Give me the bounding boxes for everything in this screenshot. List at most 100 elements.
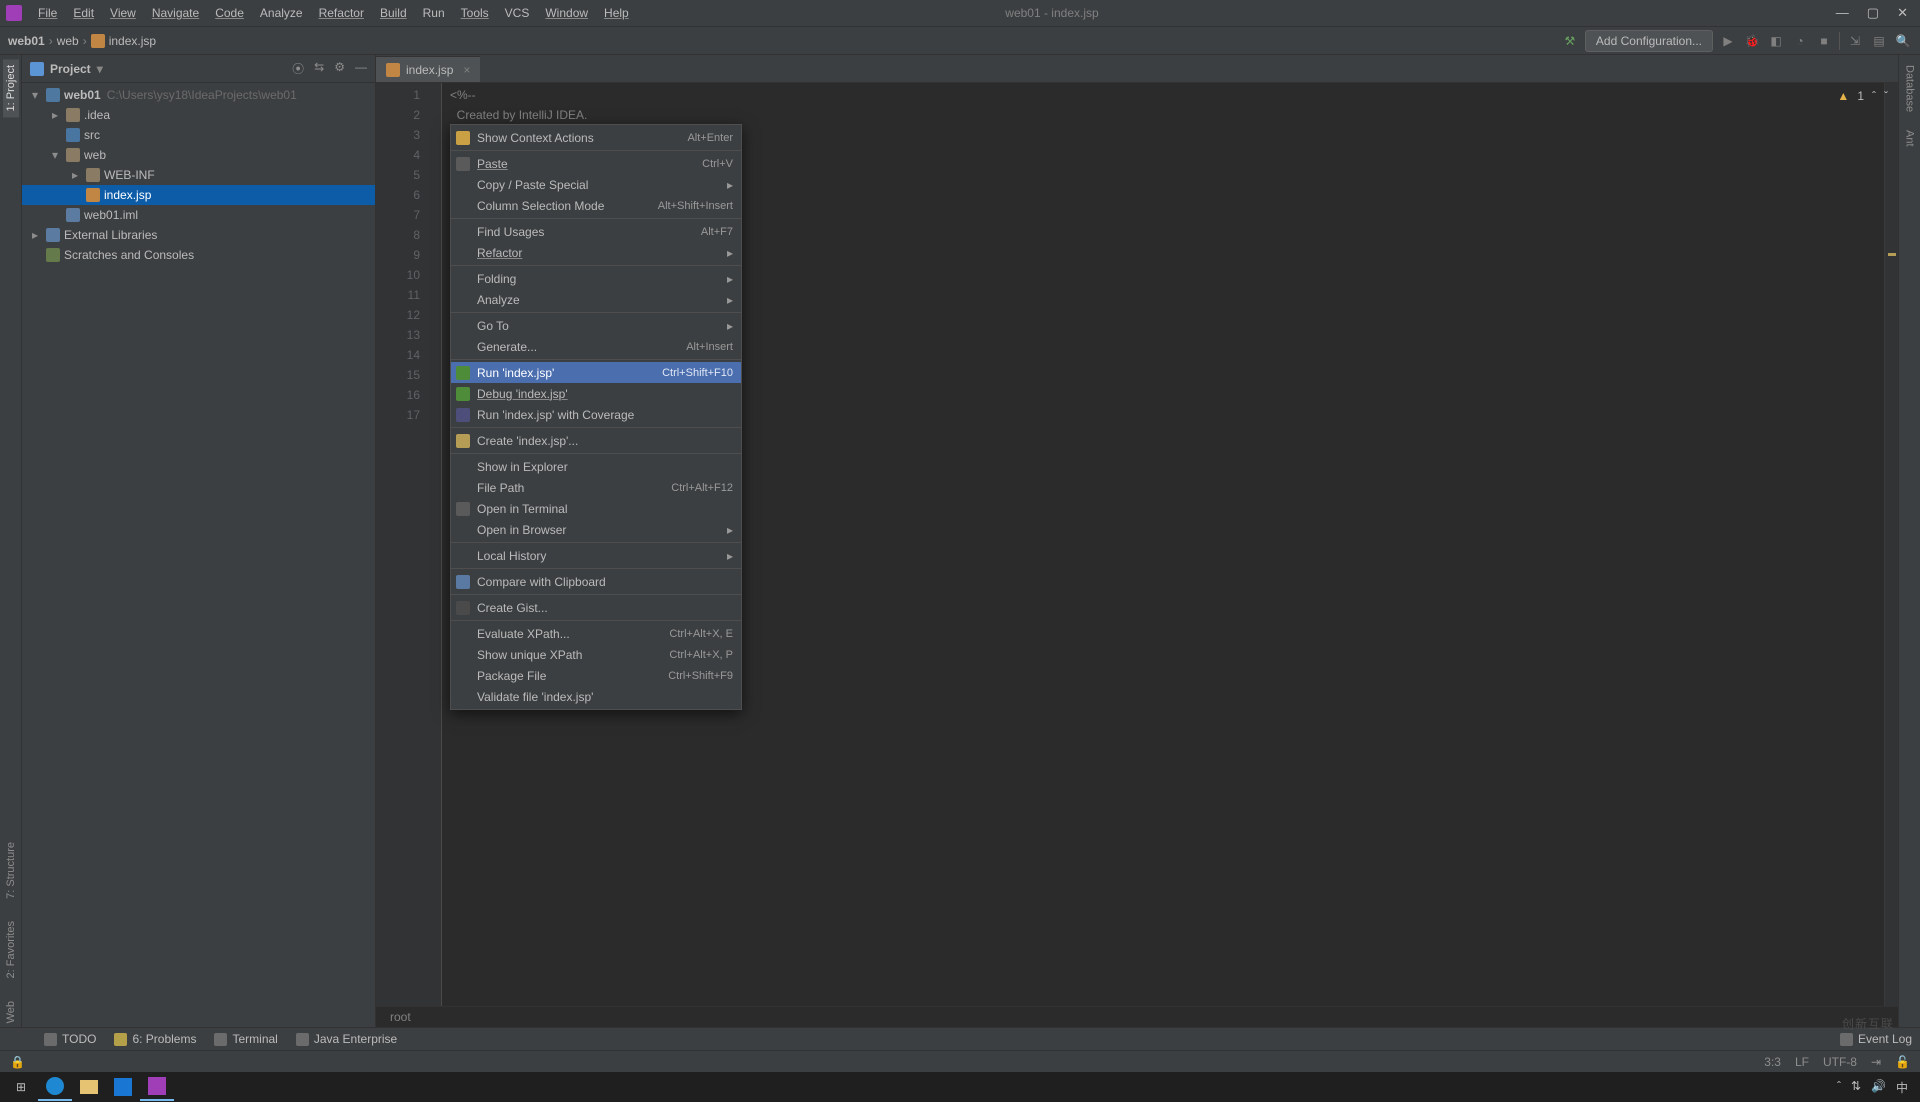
menu-code[interactable]: Code — [207, 2, 252, 24]
editor-breadcrumb[interactable]: root — [376, 1006, 1898, 1027]
warning-marker[interactable] — [1888, 253, 1896, 256]
update-icon[interactable]: ⇲ — [1846, 32, 1864, 50]
project-tree[interactable]: ▾web01C:\Users\ysy18\IdeaProjects\web01 … — [22, 83, 375, 1027]
next-highlight-icon[interactable]: ˇ — [1884, 89, 1888, 103]
prev-highlight-icon[interactable]: ˆ — [1872, 89, 1876, 103]
panel-title[interactable]: Project ▾ — [30, 62, 103, 76]
menu-edit[interactable]: Edit — [65, 2, 102, 24]
ctx-eval-xpath[interactable]: Evaluate XPath...Ctrl+Alt+X, E — [451, 623, 741, 644]
ctx-file-path[interactable]: File PathCtrl+Alt+F12 — [451, 477, 741, 498]
tree-webinf[interactable]: ▸WEB-INF — [22, 165, 375, 185]
sidetab-database[interactable]: Database — [1904, 61, 1916, 116]
tray-chevron-icon[interactable]: ˆ — [1837, 1079, 1841, 1096]
menu-refactor[interactable]: Refactor — [311, 2, 372, 24]
ctx-create-gist[interactable]: Create Gist... — [451, 597, 741, 618]
ctx-show-actions[interactable]: Show Context ActionsAlt+Enter — [451, 127, 741, 148]
tree-web[interactable]: ▾web — [22, 145, 375, 165]
tree-src[interactable]: src — [22, 125, 375, 145]
profile-icon[interactable]: ◔ — [1791, 32, 1809, 50]
status-encoding[interactable]: UTF-8 — [1823, 1055, 1857, 1069]
menu-navigate[interactable]: Navigate — [144, 2, 207, 24]
hammer-icon[interactable]: ⚒ — [1561, 32, 1579, 50]
tree-iml[interactable]: web01.iml — [22, 205, 375, 225]
menu-run[interactable]: Run — [415, 2, 453, 24]
tree-scratches[interactable]: Scratches and Consoles — [22, 245, 375, 265]
tree-ext-libs[interactable]: ▸External Libraries — [22, 225, 375, 245]
status-indent-icon[interactable]: ⇥ — [1871, 1055, 1881, 1069]
close-icon[interactable]: ✕ — [1897, 5, 1908, 21]
crumb-file[interactable]: index.jsp — [91, 34, 156, 48]
tool-event-log[interactable]: Event Log — [1840, 1032, 1912, 1046]
gear-icon[interactable]: ⚙ — [334, 60, 345, 77]
tool-jee[interactable]: Java Enterprise — [296, 1032, 397, 1046]
sidetab-project[interactable]: 1: Project — [3, 59, 19, 117]
status-lock-icon[interactable]: 🔒 — [10, 1055, 25, 1069]
ctx-column-selection[interactable]: Column Selection ModeAlt+Shift+Insert — [451, 195, 741, 216]
ctx-folding[interactable]: Folding▸ — [451, 268, 741, 289]
menu-tools[interactable]: Tools — [453, 2, 497, 24]
tb-explorer[interactable] — [72, 1073, 106, 1101]
tool-terminal[interactable]: Terminal — [214, 1032, 277, 1046]
menu-help[interactable]: Help — [596, 2, 637, 24]
menu-vcs[interactable]: VCS — [497, 2, 538, 24]
close-tab-icon[interactable]: × — [463, 63, 470, 77]
ctx-package-file[interactable]: Package FileCtrl+Shift+F9 — [451, 665, 741, 686]
minimize-icon[interactable]: — — [1836, 5, 1849, 21]
ctx-paste[interactable]: PasteCtrl+V — [451, 153, 741, 174]
tray-volume-icon[interactable]: 🔊 — [1871, 1079, 1886, 1096]
coverage-icon[interactable]: ◧ — [1767, 32, 1785, 50]
tool-todo[interactable]: TODO — [44, 1032, 96, 1046]
tree-idea[interactable]: ▸.idea — [22, 105, 375, 125]
structure-icon[interactable]: ▤ — [1870, 32, 1888, 50]
ctx-generate[interactable]: Generate...Alt+Insert — [451, 336, 741, 357]
ctx-local-history[interactable]: Local History▸ — [451, 545, 741, 566]
ctx-compare-clipboard[interactable]: Compare with Clipboard — [451, 571, 741, 592]
sidetab-structure[interactable]: 7: Structure — [5, 838, 17, 903]
status-lock2-icon[interactable]: 🔓 — [1895, 1055, 1910, 1069]
ctx-unique-xpath[interactable]: Show unique XPathCtrl+Alt+X, P — [451, 644, 741, 665]
ctx-create-config[interactable]: Create 'index.jsp'... — [451, 430, 741, 451]
ctx-run[interactable]: Run 'index.jsp'Ctrl+Shift+F10 — [451, 362, 741, 383]
locate-icon[interactable]: ⦿ — [292, 60, 304, 77]
editor-tab-indexjsp[interactable]: index.jsp × — [376, 56, 480, 82]
menu-analyze[interactable]: Analyze — [252, 2, 311, 24]
ctx-coverage[interactable]: Run 'index.jsp' with Coverage — [451, 404, 741, 425]
status-line-sep[interactable]: LF — [1795, 1055, 1809, 1069]
tool-problems[interactable]: 6: Problems — [114, 1032, 196, 1046]
inspection-widget[interactable]: ▲ 1 ˆ ˇ — [1837, 89, 1888, 103]
tb-edge[interactable] — [38, 1073, 72, 1101]
sidetab-favorites[interactable]: 2: Favorites — [5, 917, 17, 982]
tray-ime-icon[interactable]: 中 — [1896, 1079, 1908, 1096]
sidetab-web[interactable]: Web — [5, 997, 17, 1027]
debug-icon[interactable]: 🐞 — [1743, 32, 1761, 50]
menu-build[interactable]: Build — [372, 2, 415, 24]
marker-strip[interactable] — [1884, 83, 1898, 1006]
ctx-open-browser[interactable]: Open in Browser▸ — [451, 519, 741, 540]
crumb-dir[interactable]: web — [57, 34, 79, 48]
search-icon[interactable]: 🔍 — [1894, 32, 1912, 50]
fold-gutter[interactable] — [428, 83, 442, 1006]
tray-wifi-icon[interactable]: ⇅ — [1851, 1079, 1861, 1096]
ctx-show-explorer[interactable]: Show in Explorer — [451, 456, 741, 477]
status-pos[interactable]: 3:3 — [1764, 1055, 1781, 1069]
ctx-goto[interactable]: Go To▸ — [451, 315, 741, 336]
add-configuration-button[interactable]: Add Configuration... — [1585, 30, 1713, 52]
stop-icon[interactable]: ■ — [1815, 32, 1833, 50]
menu-view[interactable]: View — [102, 2, 144, 24]
ctx-open-terminal[interactable]: Open in Terminal — [451, 498, 741, 519]
menu-file[interactable]: File — [30, 2, 65, 24]
maximize-icon[interactable]: ▢ — [1867, 5, 1879, 21]
crumb-project[interactable]: web01 — [8, 34, 45, 48]
ctx-find-usages[interactable]: Find UsagesAlt+F7 — [451, 221, 741, 242]
expand-icon[interactable]: ⇆ — [314, 60, 324, 77]
tree-indexjsp[interactable]: index.jsp — [22, 185, 375, 205]
run-icon[interactable]: ▶ — [1719, 32, 1737, 50]
ctx-refactor[interactable]: Refactor▸ — [451, 242, 741, 263]
menu-window[interactable]: Window — [537, 2, 596, 24]
ctx-copy-special[interactable]: Copy / Paste Special▸ — [451, 174, 741, 195]
start-button[interactable]: ⊞ — [4, 1073, 38, 1101]
sidetab-ant[interactable]: Ant — [1904, 126, 1916, 151]
collapse-icon[interactable]: — — [355, 60, 367, 77]
ctx-debug[interactable]: Debug 'index.jsp' — [451, 383, 741, 404]
tb-intellij[interactable] — [140, 1073, 174, 1101]
